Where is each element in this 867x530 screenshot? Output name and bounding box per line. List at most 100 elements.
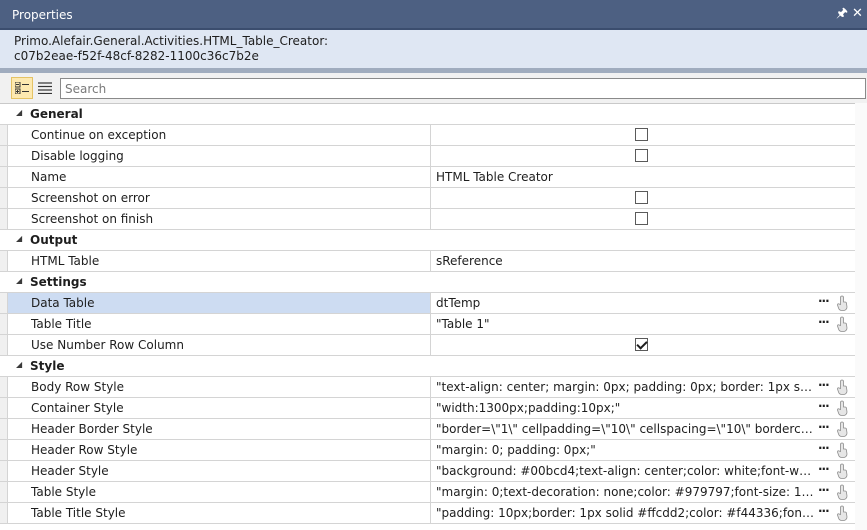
property-row-continue-on-exception[interactable]: Continue on exception [0,125,867,146]
property-row-container-style[interactable]: Container Style "width:1300px;padding:10p… [0,398,867,419]
property-name[interactable]: HTML Table [7,251,431,271]
ellipsis-icon[interactable]: ··· [818,462,830,476]
collapse-arrow-icon[interactable]: ◢ [16,108,22,117]
property-row-table-style[interactable]: Table Style "margin: 0;text-decoration: n… [0,482,867,503]
row-margin [0,146,7,166]
row-margin [0,125,7,145]
row-margin [0,335,7,355]
categorized-view-icon [15,82,29,94]
hand-icon[interactable] [836,316,850,332]
property-checkbox[interactable] [635,191,648,204]
property-row-screenshot-on-finish[interactable]: Screenshot on finish [0,209,867,230]
row-margin [0,251,7,271]
property-name[interactable]: Body Row Style [7,377,431,397]
property-row-table-title[interactable]: Table Title "Table 1" ··· [0,314,867,335]
alphabetical-view-button[interactable] [34,77,56,99]
row-margin [0,440,7,460]
property-value[interactable]: HTML Table Creator [431,167,815,187]
row-margin [0,398,7,418]
hand-icon[interactable] [836,463,850,479]
row-margin [0,293,7,313]
property-value[interactable]: "background: #00bcd4;text-align: center;… [431,461,815,481]
hand-icon[interactable] [836,442,850,458]
property-name[interactable]: Container Style [7,398,431,418]
property-name[interactable]: Header Row Style [7,440,431,460]
category-style[interactable]: ◢ Style [0,356,867,377]
row-margin [0,314,7,334]
alphabetical-view-icon [38,82,52,94]
property-row-body-row-style[interactable]: Body Row Style "text-align: center; margi… [0,377,867,398]
property-name[interactable]: Screenshot on finish [7,209,431,229]
category-output[interactable]: ◢ Output [0,230,867,251]
property-row-use-number-row-column[interactable]: Use Number Row Column [0,335,867,356]
property-name[interactable]: Table Style [7,482,431,502]
category-general[interactable]: ◢ General [0,104,867,125]
property-name[interactable]: Continue on exception [7,125,431,145]
collapse-arrow-icon[interactable]: ◢ [16,276,22,285]
vertical-scrollbar[interactable] [855,103,867,530]
row-margin [0,419,7,439]
ellipsis-icon[interactable]: ··· [818,420,830,434]
property-row-data-table[interactable]: Data Table dtTemp ··· [0,293,867,314]
row-margin [0,209,7,229]
property-name[interactable]: Use Number Row Column [7,335,431,355]
ellipsis-icon[interactable]: ··· [818,504,830,518]
property-checkbox[interactable] [635,338,648,351]
property-value[interactable]: "margin: 0;text-decoration: none;color: … [431,482,815,502]
category-settings[interactable]: ◢ Settings [0,272,867,293]
collapse-arrow-icon[interactable]: ◢ [16,360,22,369]
property-checkbox[interactable] [635,212,648,225]
property-name[interactable]: Header Style [7,461,431,481]
property-checkbox[interactable] [635,149,648,162]
property-name[interactable]: Data Table [7,293,431,313]
ellipsis-icon[interactable]: ··· [818,294,830,308]
category-label: Output [30,233,78,247]
pin-icon[interactable]: 🖈 [836,6,848,22]
property-name[interactable]: Table Title Style [7,503,431,523]
property-value[interactable]: "Table 1" [431,314,815,334]
ellipsis-icon[interactable]: ··· [818,315,830,329]
property-name[interactable]: Screenshot on error [7,188,431,208]
categorized-view-button[interactable] [11,77,33,99]
property-value[interactable]: "width:1300px;padding:10px;" [431,398,815,418]
property-name[interactable]: Table Title [7,314,431,334]
property-row-header-border-style[interactable]: Header Border Style "border=\"1\" cellpad… [0,419,867,440]
property-row-html-table[interactable]: HTML Table sReference [0,251,867,272]
property-row-header-style[interactable]: Header Style "background: #00bcd4;text-al… [0,461,867,482]
hand-icon[interactable] [836,505,850,521]
ellipsis-icon[interactable]: ··· [818,441,830,455]
property-value[interactable]: dtTemp [431,293,815,313]
ellipsis-icon[interactable]: ··· [818,483,830,497]
hand-icon[interactable] [836,484,850,500]
property-value[interactable]: "text-align: center; margin: 0px; paddin… [431,377,815,397]
property-name[interactable]: Header Border Style [7,419,431,439]
property-row-screenshot-on-error[interactable]: Screenshot on error [0,188,867,209]
hand-icon[interactable] [836,379,850,395]
activity-id-label: c07b2eae-f52f-48cf-8282-1100c36c7b2e [14,49,259,63]
collapse-arrow-icon[interactable]: ◢ [16,234,22,243]
property-row-table-title-style[interactable]: Table Title Style "padding: 10px;border: … [0,503,867,524]
property-checkbox[interactable] [635,128,648,141]
ellipsis-icon[interactable]: ··· [818,378,830,392]
row-margin [0,482,7,502]
property-row-name[interactable]: Name HTML Table Creator [0,167,867,188]
category-label: Settings [30,275,87,289]
property-row-disable-logging[interactable]: Disable logging [0,146,867,167]
search-input[interactable] [60,78,866,99]
hand-icon[interactable] [836,421,850,437]
close-icon[interactable]: ✕ [852,6,863,22]
hand-icon[interactable] [836,295,850,311]
window-title: Properties [12,8,73,22]
category-label: Style [30,359,65,373]
row-margin [0,503,7,523]
ellipsis-icon[interactable]: ··· [818,399,830,413]
property-value[interactable]: "border=\"1\" cellpadding=\"10\" cellspa… [431,419,815,439]
hand-icon[interactable] [836,400,850,416]
property-value[interactable]: "padding: 10px;border: 1px solid #ffcdd2… [431,503,815,523]
property-name[interactable]: Name [7,167,431,187]
property-value[interactable]: sReference [431,251,815,271]
property-value[interactable]: "margin: 0; padding: 0px;" [431,440,815,460]
property-name[interactable]: Disable logging [7,146,431,166]
property-row-header-row-style[interactable]: Header Row Style "margin: 0; padding: 0px… [0,440,867,461]
selected-object-header: Primo.Alefair.General.Activities.HTML_Ta… [0,30,867,68]
